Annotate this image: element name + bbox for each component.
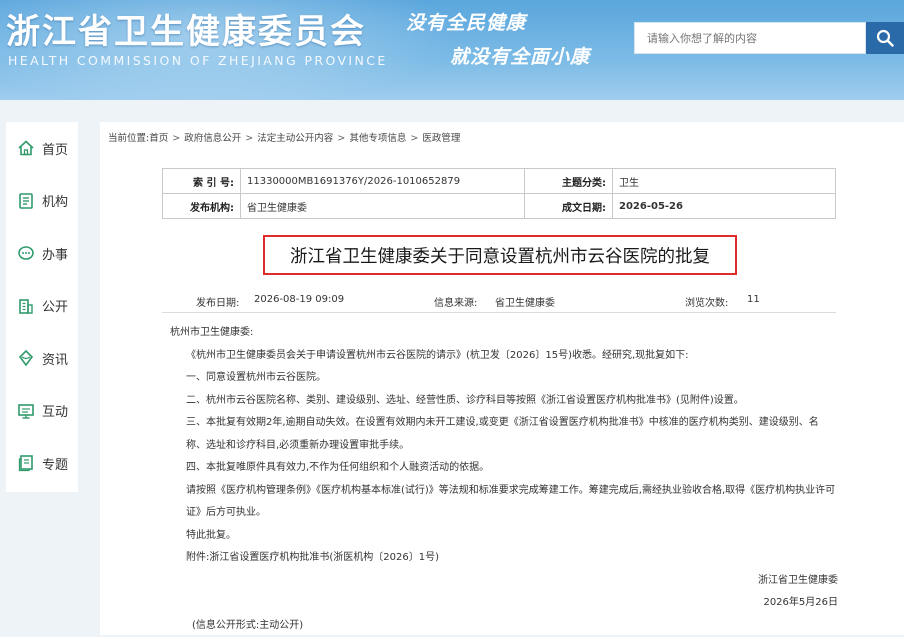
site-title[interactable]: 浙江省卫生健康委员会 [6,4,366,53]
paragraph: 四、本批复唯原件具有效力,不作为任何组织和个人融资活动的依据。 [170,457,838,480]
sidebar-item-label: 办事 [42,244,68,263]
search-input[interactable] [635,23,867,53]
document-body: 杭州市卫生健康委: 《杭州市卫生健康委员会关于申请设置杭州市云谷医院的请示》(杭… [170,322,838,637]
views-label: 浏览次数: [685,294,728,309]
document-icon [17,192,35,210]
date-value: 2026-05-26 [613,194,836,219]
slogan-line-1: 没有全民健康 [406,8,526,35]
salutation: 杭州市卫生健康委: [170,322,838,345]
sidebar-item-label: 专题 [42,454,68,473]
signature: 浙江省卫生健康委 [170,570,838,593]
building-icon [17,297,35,315]
source-value: 省卫生健康委 [495,294,555,309]
breadcrumb-link-gov-info[interactable]: 政府信息公开 [184,130,241,144]
attachment-link[interactable]: 附件:浙江省设置医疗机构批准书(浙医机构〔2026〕1号) [170,547,838,570]
sidebar-item-label: 公开 [42,296,68,315]
breadcrumb-link-special[interactable]: 其他专项信息 [349,130,406,144]
search-button[interactable] [866,22,904,54]
category-value: 卫生 [613,169,836,194]
sign-date: 2026年5月26日 [170,592,838,615]
slogan-line-2: 就没有全面小康 [450,42,590,69]
document-title: 浙江省卫生健康委关于同意设置杭州市云谷医院的批复 [263,235,737,275]
paragraph: 特此批复。 [170,525,838,548]
breadcrumb-separator: > [337,133,345,144]
sidebar-item-home[interactable]: 首页 [6,122,78,175]
paragraph: 《杭州市卫生健康委员会关于申请设置杭州市云谷医院的请示》(杭卫发〔2026〕15… [170,345,838,368]
paragraph: 二、杭州市云谷医院名称、类别、建设级别、选址、经营性质、诊疗科目等按照《浙江省设… [170,390,838,413]
breadcrumb: 当前位置:首页 > 政府信息公开 > 法定主动公开内容 > 其他专项信息 > 医… [108,130,460,144]
category-label: 主题分类: [525,169,613,194]
breadcrumb-separator: > [172,133,180,144]
table-row: 索 引 号: 11330000MB1691376Y/2026-101065287… [163,169,836,194]
sidebar-item-public[interactable]: 公开 [6,280,78,333]
issuer-value: 省卫生健康委 [241,194,525,219]
breadcrumb-link-home[interactable]: 首页 [149,130,168,144]
breadcrumb-link-statutory[interactable]: 法定主动公开内容 [257,130,333,144]
site-header: 浙江省卫生健康委员会 HEALTH COMMISSION OF ZHEJIANG… [0,0,904,100]
date-label: 成文日期: [525,194,613,219]
sidebar-item-news[interactable]: 资讯 [6,332,78,385]
breadcrumb-link-medical[interactable]: 医政管理 [422,130,460,144]
chat-icon [17,244,35,262]
paragraph: 请按照《医疗机构管理条例》《医疗机构基本标准(试行)》等法规和标准要求完成筹建工… [170,480,838,525]
sidebar-item-topics[interactable]: 专题 [6,437,78,490]
document-meta: 发布日期: 2026-08-19 09:09 信息来源: 省卫生健康委 浏览次数… [162,282,836,313]
sidebar-item-services[interactable]: 办事 [6,227,78,280]
breadcrumb-separator: > [410,133,418,144]
index-value: 11330000MB1691376Y/2026-1010652879 [241,169,525,194]
sidebar-item-interaction[interactable]: 互动 [6,385,78,438]
index-label: 索 引 号: [163,169,241,194]
breadcrumb-separator: > [245,133,253,144]
publish-date: 2026-08-19 09:09 [254,294,344,305]
main-content: 当前位置:首页 > 政府信息公开 > 法定主动公开内容 > 其他专项信息 > 医… [100,122,904,635]
sidebar-item-label: 互动 [42,401,68,420]
home-icon [17,139,35,157]
source-label: 信息来源: [434,294,477,309]
views-count: 11 [747,294,760,305]
sidebar-item-label: 首页 [42,139,68,158]
table-row: 发布机构: 省卫生健康委 成文日期: 2026-05-26 [163,194,836,219]
search-icon [876,29,894,47]
sidebar-nav: 首页 机构 办事 公开 资讯 [6,122,78,492]
search-box [634,22,866,54]
sidebar-item-agency[interactable]: 机构 [6,175,78,228]
paragraph: 一、同意设置杭州市云谷医院。 [170,367,838,390]
info-table: 索 引 号: 11330000MB1691376Y/2026-101065287… [162,168,836,219]
issuer-label: 发布机构: [163,194,241,219]
globe-icon [17,349,35,367]
sidebar-item-label: 机构 [42,191,68,210]
site-subtitle: HEALTH COMMISSION OF ZHEJIANG PROVINCE [8,53,388,68]
publish-date-label: 发布日期: [196,294,239,309]
notes-icon [17,454,35,472]
disclosure-note: (信息公开形式:主动公开) [170,615,838,637]
sidebar-item-label: 资讯 [42,349,68,368]
breadcrumb-prefix: 当前位置: [108,130,149,144]
paragraph: 三、本批复有效期2年,逾期自动失效。在设置有效期内未开工建设,或变更《浙江省设置… [170,412,838,457]
monitor-icon [17,402,35,420]
